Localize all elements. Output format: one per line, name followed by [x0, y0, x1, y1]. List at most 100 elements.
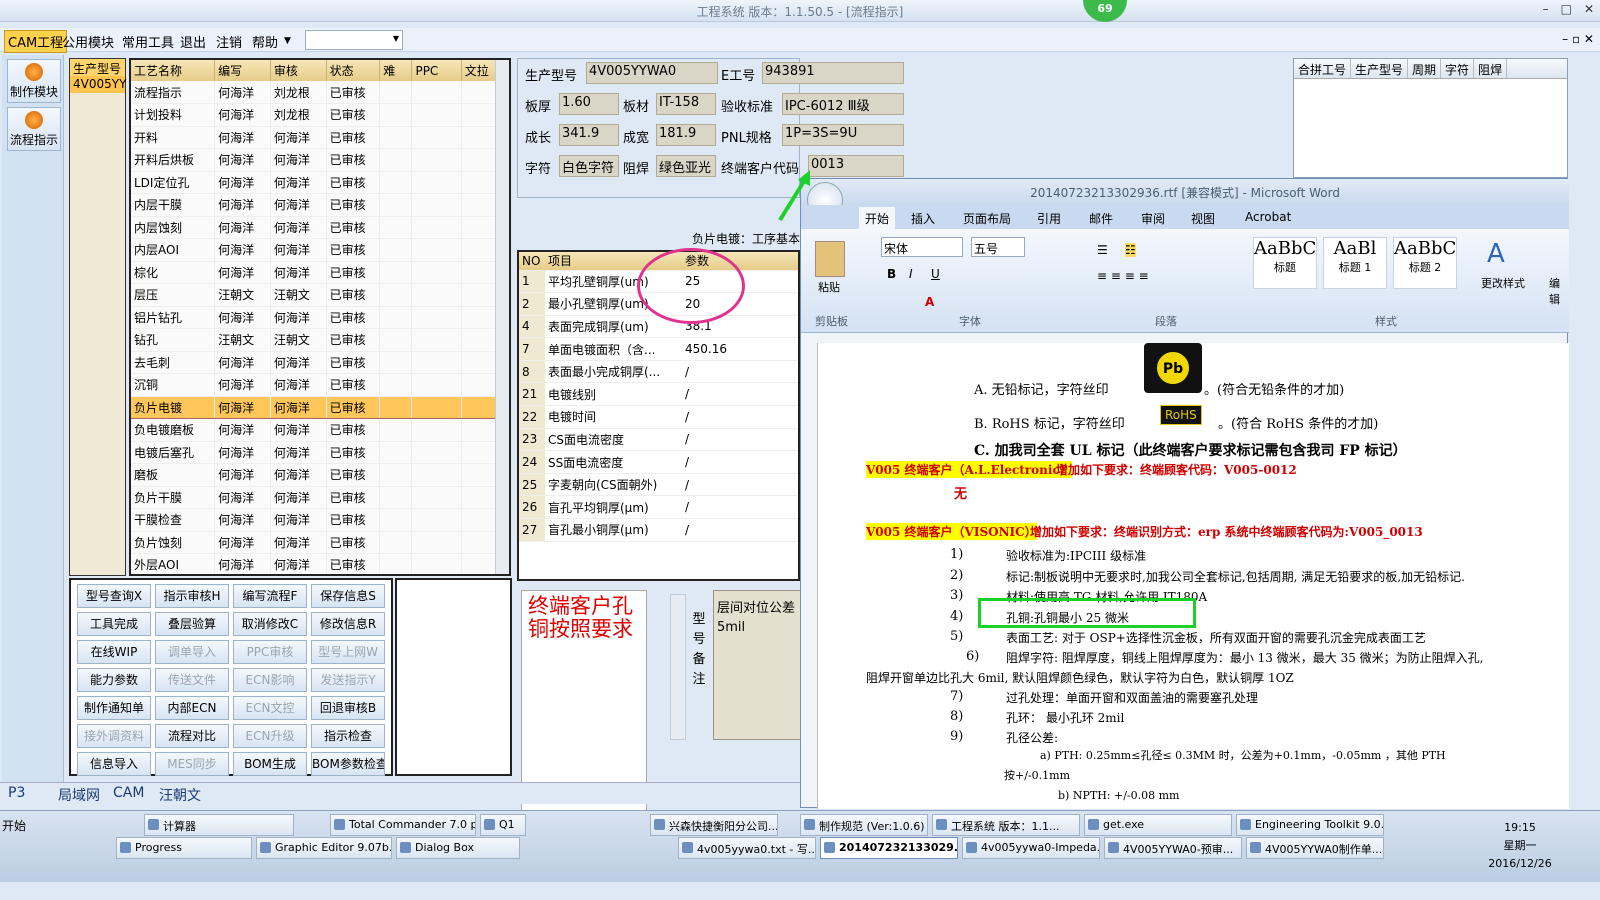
- action-button[interactable]: 内部ECN: [155, 696, 229, 720]
- column-header[interactable]: 周期: [1408, 59, 1442, 78]
- action-button[interactable]: 回退审核B: [311, 696, 385, 720]
- table-row[interactable]: 流程指示 何海洋 刘龙根 已审核: [131, 81, 509, 104]
- model-field[interactable]: 4V005YYWA0: [586, 62, 718, 84]
- numbering-icon[interactable]: ☷: [1125, 243, 1136, 257]
- column-header[interactable]: 难: [379, 60, 413, 81]
- action-button[interactable]: 编写流程F: [233, 584, 307, 608]
- table-row[interactable]: 开料 何海洋 何海洋 已审核: [131, 126, 509, 149]
- table-row[interactable]: 22 电镀时间 /: [519, 405, 798, 429]
- edit-label[interactable]: 编辑: [1549, 275, 1569, 307]
- remark-scrollbar[interactable]: [670, 594, 686, 740]
- table-row[interactable]: 钻孔 汪朝文 汪朝文 已审核: [131, 328, 509, 352]
- customer-code-field[interactable]: 0013: [808, 155, 904, 177]
- table-row[interactable]: 25 字麦朝向(CS面朝外) /: [519, 473, 798, 497]
- material-field[interactable]: IT-158: [656, 93, 716, 115]
- table-row[interactable]: 23 CS面电流密度 /: [519, 428, 798, 452]
- column-header[interactable]: PPC: [411, 60, 462, 81]
- pnl-field[interactable]: 1P=3S=9U: [782, 124, 904, 146]
- action-button[interactable]: 在线WIP: [77, 640, 151, 664]
- action-button[interactable]: 制作通知单: [77, 696, 151, 720]
- table-row[interactable]: 8 表面最小完成铜厚(... /: [519, 360, 798, 384]
- taskbar-item[interactable]: get.exe: [1084, 814, 1232, 836]
- action-button[interactable]: ECN影响: [233, 668, 307, 692]
- taskbar-item[interactable]: Total Commander 7.0 p...: [330, 814, 476, 836]
- style-gallery-item[interactable]: AaBbC 标题: [1253, 237, 1317, 289]
- e-no-field[interactable]: 943891: [762, 62, 904, 84]
- action-button[interactable]: 流程对比: [155, 724, 229, 748]
- ribbon-tab[interactable]: 视图: [1191, 210, 1215, 227]
- menu-item[interactable]: 退出: [180, 32, 206, 51]
- bullets-icon[interactable]: ☰: [1097, 243, 1108, 257]
- style-gallery-item[interactable]: AaBl 标题 1: [1323, 237, 1387, 289]
- change-style-icon[interactable]: A: [1487, 239, 1505, 269]
- table-row[interactable]: 棕化 何海洋 何海洋 已审核: [131, 261, 509, 284]
- column-header[interactable]: 生产型号: [1351, 59, 1409, 78]
- taskbar-item[interactable]: 工程系统 版本：1.1...: [932, 814, 1080, 836]
- action-button[interactable]: 指示检查: [311, 724, 385, 748]
- font-name-select[interactable]: 宋体: [881, 237, 963, 257]
- table-row[interactable]: 负片干膜 何海洋 何海洋 已审核: [131, 486, 509, 509]
- italic-icon[interactable]: I: [909, 267, 913, 281]
- menu-item[interactable]: 注销: [216, 32, 242, 51]
- taskbar-item[interactable]: 4V005YYWA0-预审...: [1104, 837, 1242, 859]
- taskbar-item[interactable]: 计算器: [144, 814, 294, 836]
- char-field[interactable]: 白色字符: [559, 155, 619, 177]
- start-button[interactable]: 开始: [2, 817, 26, 834]
- ribbon-tab[interactable]: 引用: [1037, 210, 1061, 227]
- column-header[interactable]: 阻焊: [1474, 59, 1508, 78]
- thickness-field[interactable]: 1.60: [559, 93, 619, 115]
- taskbar-item[interactable]: Dialog Box: [396, 837, 520, 859]
- table-row[interactable]: 4 表面完成铜厚(um) 38.1: [519, 315, 798, 339]
- action-button[interactable]: 型号上网W: [311, 640, 385, 664]
- action-button[interactable]: 接外调资料: [77, 724, 151, 748]
- action-button[interactable]: 传送文件: [155, 668, 229, 692]
- table-row[interactable]: 去毛刺 何海洋 何海洋 已审核: [131, 351, 509, 374]
- maximize-icon[interactable]: □: [1561, 2, 1572, 16]
- table-row[interactable]: 铝片钻孔 何海洋 何海洋 已审核: [131, 306, 509, 329]
- ribbon-tab[interactable]: 邮件: [1089, 210, 1113, 227]
- column-header[interactable]: 状态: [326, 60, 381, 81]
- table-row[interactable]: 24 SS面电流密度 /: [519, 450, 798, 474]
- standard-field[interactable]: IPC-6012 Ⅲ级: [782, 93, 904, 115]
- taskbar-item[interactable]: Q1: [480, 814, 526, 836]
- column-header[interactable]: 合拼工号: [1294, 59, 1352, 78]
- table-row[interactable]: 负片电镀 何海洋 何海洋 已审核: [131, 395, 509, 419]
- action-button[interactable]: 发送指示Y: [311, 668, 385, 692]
- ribbon-tab[interactable]: 插入: [911, 210, 935, 227]
- table-row[interactable]: 负片蚀刻 何海洋 何海洋 已审核: [131, 531, 509, 554]
- menu-item[interactable]: 帮助: [252, 32, 278, 51]
- taskbar-item[interactable]: Graphic Editor 9.07b...: [256, 837, 392, 859]
- taskbar-item[interactable]: Engineering Toolkit 9.0...: [1236, 814, 1384, 836]
- ribbon-tab[interactable]: 页面布局: [963, 210, 1011, 227]
- menu-item[interactable]: 公用模块: [62, 32, 114, 51]
- action-button[interactable]: 保存信息S: [311, 584, 385, 608]
- action-button[interactable]: 修改信息R: [311, 612, 385, 636]
- tab-user[interactable]: 汪朝文: [159, 785, 201, 805]
- ribbon-tab[interactable]: Acrobat: [1245, 210, 1291, 224]
- action-button[interactable]: ECN升级: [233, 724, 307, 748]
- table-row[interactable]: 计划投料 何海洋 刘龙根 已审核: [131, 103, 509, 127]
- align-icon[interactable]: ≡ ≡ ≡ ≡: [1097, 269, 1149, 283]
- module-flow-button[interactable]: 流程指示: [7, 107, 61, 151]
- action-button[interactable]: PPC审核: [233, 640, 307, 664]
- table-row[interactable]: 干膜检查 何海洋 何海洋 已审核: [131, 508, 509, 532]
- table-row[interactable]: 内层干膜 何海洋 何海洋 已审核: [131, 193, 509, 217]
- mask-field[interactable]: 绿色亚光: [656, 155, 716, 177]
- table-row[interactable]: 内层蚀刻 何海洋 何海洋 已审核: [131, 216, 509, 239]
- action-button[interactable]: 工具完成: [77, 612, 151, 636]
- remark-value[interactable]: 5mil: [714, 616, 800, 635]
- taskbar-item[interactable]: 兴森快捷衡阳分公司...: [650, 814, 778, 836]
- font-size-select[interactable]: 五号: [971, 237, 1025, 257]
- ribbon-tab[interactable]: 审阅: [1141, 210, 1165, 227]
- taskbar-item[interactable]: 4v005yywa0-Impeda...: [962, 837, 1100, 859]
- mdi-controls[interactable]: – ▫ ✕: [1562, 32, 1594, 46]
- taskbar-item[interactable]: 4v005yywa0.txt - 写...: [678, 837, 816, 859]
- font-color-icon[interactable]: A: [925, 295, 934, 309]
- taskbar-item[interactable]: 201407232133029...: [820, 837, 958, 859]
- action-button[interactable]: 调单导入: [155, 640, 229, 664]
- process-scrollbar[interactable]: [495, 60, 509, 574]
- action-button[interactable]: MES同步: [155, 752, 229, 776]
- tab-p3[interactable]: P3: [8, 785, 25, 801]
- action-button[interactable]: 型号查询X: [77, 584, 151, 608]
- width-field[interactable]: 181.9: [656, 124, 716, 146]
